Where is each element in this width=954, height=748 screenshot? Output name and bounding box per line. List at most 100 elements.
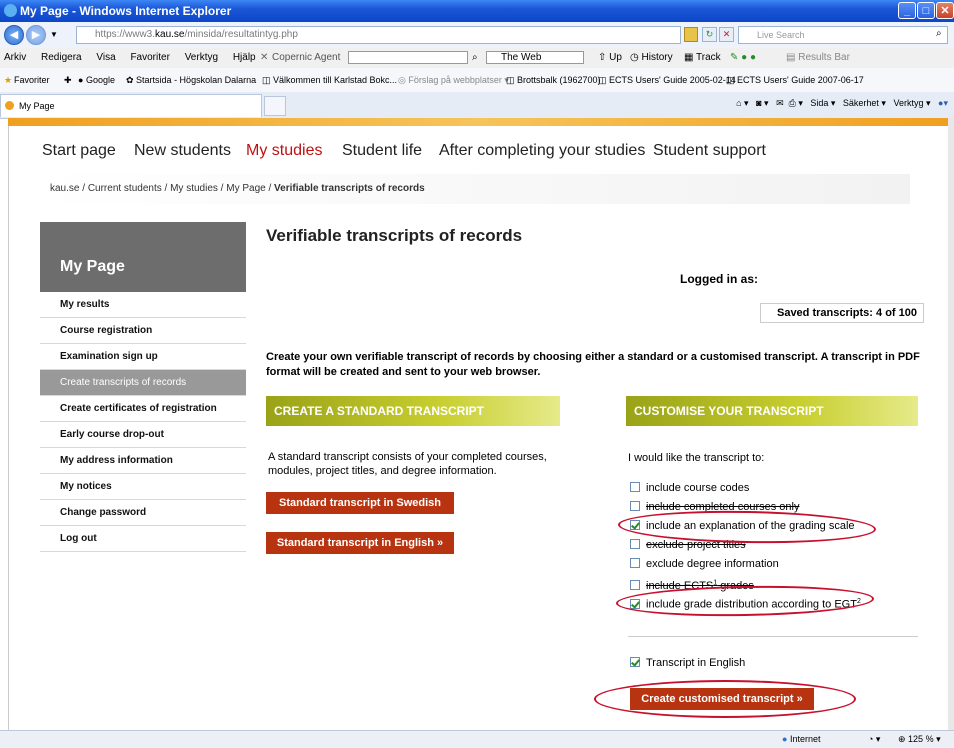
url-input[interactable]: https://www3.kau.se/minsida/resultatinty… [76, 26, 681, 44]
fav-ects-2005[interactable]: ◫ ECTS Users' Guide 2005-02-14 [598, 68, 736, 92]
tab-my-page[interactable]: My Page [0, 94, 262, 117]
star-icon: ★ [4, 75, 13, 85]
refresh-icon[interactable]: ↻ [702, 27, 717, 42]
track-button[interactable]: ▦ Track [684, 48, 721, 68]
tools-menu[interactable]: Verktyg ▾ [893, 98, 930, 108]
logged-in-label: Logged in as: [680, 272, 758, 286]
globe-icon: ● [782, 734, 788, 744]
checkbox[interactable] [630, 579, 640, 590]
window-titlebar: My Page - Windows Internet Explorer _ □ … [0, 0, 954, 22]
sidebar-item-address[interactable]: My address information [40, 448, 246, 474]
menu-verktyg[interactable]: Verktyg [185, 52, 218, 63]
sidebar-item-notices[interactable]: My notices [40, 474, 246, 500]
status-bar: ● Internet ◔ ▾ ⊕ 125 % ▾ [0, 730, 954, 748]
chevron-down-icon[interactable]: ▼ [50, 30, 58, 39]
history-button[interactable]: ◷ History [630, 48, 673, 68]
breadcrumb-my-studies[interactable]: My studies [170, 183, 218, 194]
vertical-scrollbar[interactable] [948, 118, 954, 730]
minimize-button[interactable]: _ [898, 2, 916, 19]
fav-karlstad[interactable]: ◫ Välkommen till Karlstad Bokc... [262, 68, 397, 92]
nav-new-students[interactable]: New students [134, 142, 231, 160]
breadcrumb-current-students[interactable]: Current students [88, 183, 162, 194]
close-button[interactable]: ✕ [936, 2, 954, 19]
stop-icon[interactable]: ✕ [719, 27, 734, 42]
copernic-close-icon[interactable]: ✕ [260, 48, 268, 68]
checkbox[interactable] [630, 558, 640, 568]
custom-section-header: CUSTOMISE YOUR TRANSCRIPT [626, 396, 918, 426]
help-icon[interactable]: ●▾ [938, 98, 948, 108]
toolbar-arrows-icon[interactable]: ✎ ● ● [730, 48, 756, 68]
header-decoration [8, 118, 948, 126]
fav-brottsbalk[interactable]: ◫ Brottsbalk (1962700) [506, 68, 601, 92]
address-bar: ◀ ▶ ▼ https://www3.kau.se/minsida/result… [0, 22, 954, 49]
standard-section-header: CREATE A STANDARD TRANSCRIPT [266, 396, 560, 426]
intro-text: Create your own verifiable transcript of… [266, 351, 920, 378]
checkbox-checked[interactable] [630, 657, 640, 667]
forward-button[interactable]: ▶ [26, 25, 46, 45]
security-menu[interactable]: Säkerhet ▾ [843, 98, 886, 108]
menu-redigera[interactable]: Redigera [41, 52, 82, 63]
fav-ects-2007[interactable]: ◫ ECTS Users' Guide 2007-06-17 [726, 68, 864, 92]
breadcrumb-my-page[interactable]: My Page [226, 183, 265, 194]
nav-student-support[interactable]: Student support [653, 142, 766, 160]
menu-visa[interactable]: Visa [96, 52, 115, 63]
menu-favoriter[interactable]: Favoriter [130, 52, 169, 63]
add-favorite-icon[interactable]: ✚ [64, 68, 72, 92]
feeds-icon[interactable]: ◙ ▾ [756, 98, 768, 108]
print-icon[interactable]: ⎙ ▾ [789, 98, 803, 108]
maximize-button[interactable]: □ [917, 2, 935, 19]
web-scope-select[interactable]: The Web [486, 51, 584, 64]
live-search-input[interactable]: Live Search [738, 26, 948, 44]
nav-my-studies[interactable]: My studies [246, 142, 322, 160]
favorites-button[interactable]: Favoriter [14, 68, 50, 92]
fav-google[interactable]: ● Google [78, 68, 115, 92]
command-bar: ⌂ ▾ ◙ ▾ ✉ ⎙ ▾ Sida ▾ Säkerhet ▾ Verktyg … [736, 98, 948, 109]
checkbox[interactable] [630, 539, 640, 549]
sidebar-title-box: My Page [40, 222, 246, 292]
nav-student-life[interactable]: Student life [342, 142, 422, 160]
page-menu[interactable]: Sida ▾ [810, 98, 835, 108]
zoom-control[interactable]: ⊕ 125 % ▾ [898, 731, 941, 748]
fav-suggested[interactable]: ◎ Förslag på webbplatser ▾ [398, 68, 509, 92]
checkbox[interactable] [630, 501, 640, 511]
search-icon[interactable]: ⌕ [472, 48, 478, 68]
menu-arkiv[interactable]: Arkiv [4, 52, 26, 63]
option-course-codes[interactable]: include course codes [630, 481, 749, 497]
saved-transcripts-counter: Saved transcripts: 4 of 100 [760, 303, 924, 323]
sidebar-item-my-results[interactable]: My results [40, 292, 246, 318]
breadcrumb-kau[interactable]: kau.se [50, 183, 79, 194]
zone-indicator: ● Internet [782, 734, 821, 744]
breadcrumb-current: Verifiable transcripts of records [274, 183, 425, 194]
sidebar-item-examination-sign-up[interactable]: Examination sign up [40, 344, 246, 370]
nav-after-studies[interactable]: After completing your studies [439, 142, 645, 160]
sidebar-item-log-out[interactable]: Log out [40, 526, 246, 552]
protected-mode-icon[interactable]: ◔ ▾ [868, 731, 880, 748]
home-icon[interactable]: ⌂ ▾ [736, 98, 748, 108]
option-exclude-degree[interactable]: exclude degree information [630, 557, 779, 573]
tab-bar: My Page ⌂ ▾ ◙ ▾ ✉ ⎙ ▾ Sida ▾ Säkerhet ▾ … [0, 92, 954, 119]
menu-items: Arkiv Redigera Visa Favoriter Verktyg Hj… [4, 48, 268, 68]
option-transcript-english[interactable]: Transcript in English [630, 656, 745, 672]
new-tab-button[interactable] [264, 96, 286, 116]
favorites-bar: ★ Favoriter ✚ ● Google ✿ Startsida - Hög… [0, 68, 954, 93]
up-button[interactable]: ⇧ Up [598, 48, 622, 68]
nav-start-page[interactable]: Start page [42, 142, 116, 160]
sidebar-item-create-transcripts[interactable]: Create transcripts of records [40, 370, 246, 396]
checkbox[interactable] [630, 482, 640, 492]
search-icon[interactable]: ⌕ [936, 28, 942, 39]
standard-english-button[interactable]: Standard transcript in English » [266, 532, 454, 554]
sidebar-item-course-registration[interactable]: Course registration [40, 318, 246, 344]
menu-hjalp[interactable]: Hjälp [233, 52, 256, 63]
fav-hogskolan[interactable]: ✿ Startsida - Högskolan Dalarna [126, 68, 256, 92]
back-button[interactable]: ◀ [4, 25, 24, 45]
mail-icon[interactable]: ✉ [776, 98, 784, 108]
sidebar-item-certificates[interactable]: Create certificates of registration [40, 396, 246, 422]
copernic-search-input[interactable] [348, 51, 468, 64]
sidebar-item-change-password[interactable]: Change password [40, 500, 246, 526]
sidebar-item-drop-out[interactable]: Early course drop-out [40, 422, 246, 448]
sidebar-title: My Page [60, 258, 125, 275]
standard-swedish-button[interactable]: Standard transcript in Swedish [266, 492, 454, 514]
results-bar-button[interactable]: ▤ Results Bar [786, 48, 850, 68]
highlight-ellipse [594, 680, 856, 718]
lock-icon[interactable] [684, 27, 698, 42]
